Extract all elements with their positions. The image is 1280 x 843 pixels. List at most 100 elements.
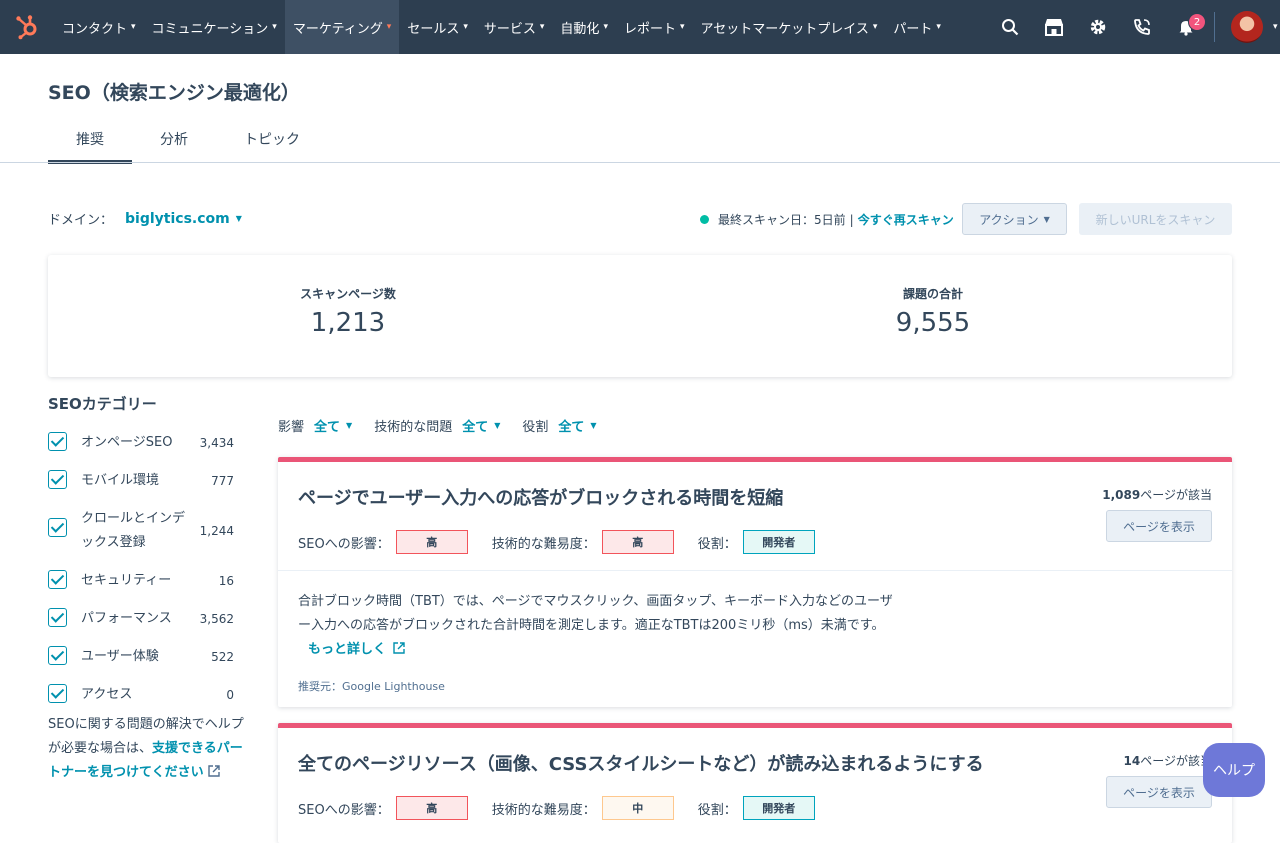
category-crawl-index[interactable]: クロールとインデックス登録 1,244 <box>48 507 234 555</box>
role-badge: 開発者 <box>742 796 815 820</box>
technical-issue-filter[interactable]: 技術的な問題 全て ▼ <box>374 416 500 435</box>
tag-label: 技術的な難易度： <box>491 536 596 552</box>
chevron-down-icon: ▾ <box>386 22 392 32</box>
checkbox[interactable] <box>48 684 67 703</box>
search-icon[interactable] <box>988 0 1032 54</box>
tab-analysis[interactable]: 分析 <box>132 116 216 162</box>
category-on-page-seo[interactable]: オンページSEO 3,434 <box>48 431 234 455</box>
seo-category-sidebar: SEOカテゴリー オンページSEO 3,434 モバイル環境 777 クロールと… <box>48 393 248 780</box>
filter-label: 役割 <box>522 420 549 435</box>
category-mobile[interactable]: モバイル環境 777 <box>48 469 234 493</box>
rescan-link[interactable]: 今すぐ再スキャン <box>858 211 954 228</box>
action-dropdown-button[interactable]: アクション ▼ <box>962 203 1067 235</box>
status-dot-icon <box>700 215 709 224</box>
hubspot-logo-icon[interactable] <box>0 0 54 54</box>
checkbox[interactable] <box>48 518 67 537</box>
checkbox[interactable] <box>48 646 67 665</box>
category-count: 0 <box>226 688 234 702</box>
filter-value[interactable]: 全て <box>314 416 340 435</box>
nav-item-marketing[interactable]: マーケティング ▾ <box>284 0 400 54</box>
difficulty-badge: 中 <box>601 796 674 820</box>
top-navigation: コンタクト ▾ コミュニケーション ▾ マーケティング ▾ セールス ▾ サービス ▾ 自… <box>0 0 1280 54</box>
filter-value[interactable]: 全て <box>558 416 584 435</box>
category-count: 3,434 <box>199 436 234 450</box>
seo-impact: SEOへの影響： 高 <box>298 796 468 820</box>
pages-count-suffix: ページが該当 <box>1140 754 1212 768</box>
category-count: 3,562 <box>199 612 234 626</box>
filter-label: 技術的な問題 <box>374 420 453 435</box>
checkbox[interactable] <box>48 470 67 489</box>
category-count: 1,244 <box>199 524 234 538</box>
caret-down-icon[interactable]: ▼ <box>236 214 242 223</box>
caret-down-icon: ▼ <box>1043 214 1050 224</box>
category-label: モバイル環境 <box>81 473 160 488</box>
chevron-down-icon: ▾ <box>272 22 277 32</box>
user-avatar[interactable] <box>1231 11 1263 43</box>
category-label: ユーザー体験 <box>81 649 159 664</box>
category-label: クロールとインデックス登録 <box>81 511 186 550</box>
stat-value: 1,213 <box>310 308 386 338</box>
category-performance[interactable]: パフォーマンス 3,562 <box>48 607 234 631</box>
affected-pages-count: 1,089ページが該当 <box>1102 486 1212 503</box>
domain-dropdown[interactable]: biglytics.com <box>125 211 230 227</box>
nav-item-contacts[interactable]: コンタクト ▾ <box>54 0 144 54</box>
category-accessibility[interactable]: アクセス 0 <box>48 683 234 707</box>
nav-item-partner[interactable]: パート ▾ <box>885 0 949 54</box>
chevron-down-icon: ▾ <box>539 22 545 32</box>
nav-item-sales[interactable]: セールス ▾ <box>399 0 476 54</box>
tag-label: 役割： <box>697 536 737 552</box>
nav-item-automation[interactable]: 自動化 ▾ <box>552 0 616 54</box>
calling-phone-icon[interactable] <box>1120 0 1164 54</box>
notifications-bell-icon[interactable]: 2 <box>1164 0 1208 54</box>
view-pages-button[interactable]: ページを表示 <box>1106 510 1212 542</box>
tab-topics[interactable]: トピック <box>216 116 328 162</box>
checkbox[interactable] <box>48 432 67 451</box>
filter-value[interactable]: 全て <box>462 416 488 435</box>
marketplace-store-icon[interactable] <box>1032 0 1076 54</box>
tag-label: SEOへの影響： <box>298 802 390 818</box>
view-pages-button[interactable]: ページを表示 <box>1106 776 1212 808</box>
role-badge: 開発者 <box>742 530 815 554</box>
pages-count-number: 1,089 <box>1102 488 1141 502</box>
partner-help-text: SEOに関する問題の解決でヘルプが必要な場合は、支援できるパートナーを見つけてく… <box>48 713 248 785</box>
help-button[interactable]: ヘルプ <box>1203 743 1265 797</box>
nav-item-asset-marketplace[interactable]: アセットマーケットプレイス ▾ <box>693 0 886 54</box>
pages-count-suffix: ページが該当 <box>1140 488 1212 502</box>
chevron-down-icon[interactable]: ▾ <box>1273 22 1278 32</box>
role-filter[interactable]: 役割 全て ▼ <box>522 416 596 435</box>
filter-label: 影響 <box>278 420 305 435</box>
nav-item-reports[interactable]: レポート ▾ <box>616 0 693 54</box>
chevron-down-icon: ▾ <box>872 22 878 32</box>
page-tabs: 推奨 分析 トピック <box>48 116 328 164</box>
tab-divider <box>0 162 1280 163</box>
recommendation-card: 全てのページリソース（画像、CSSスタイルシートなど）が読み込まれるようにする … <box>278 723 1232 843</box>
description-text: 合計ブロック時間（TBT）では、ページでマウスクリック、画面タップ、キーボード入… <box>298 594 893 633</box>
chevron-down-icon: ▾ <box>936 22 941 32</box>
tag-label: 技術的な難易度： <box>491 802 596 818</box>
last-scan-text: 最終スキャン日：5日前 <box>718 213 846 227</box>
nav-item-communications[interactable]: コミュニケーション ▾ <box>144 0 285 54</box>
external-link-icon[interactable] <box>208 765 220 777</box>
recommendation-title: 全てのページリソース（画像、CSSスタイルシートなど）が読み込まれるようにする <box>298 754 984 775</box>
category-count: 777 <box>211 474 234 488</box>
tag-label: 役割： <box>697 802 737 818</box>
impact-filter[interactable]: 影響 全て ▼ <box>278 416 352 435</box>
caret-down-icon: ▼ <box>590 421 597 430</box>
scan-new-url-button[interactable]: 新しいURLをスキャン <box>1079 203 1232 235</box>
external-link-icon[interactable] <box>393 642 405 654</box>
affected-pages-count: 14ページが該当 <box>1124 752 1212 769</box>
chevron-down-icon: ▾ <box>463 22 468 32</box>
tab-recommendations[interactable]: 推奨 <box>48 116 132 164</box>
checkbox[interactable] <box>48 608 67 627</box>
technical-difficulty: 技術的な難易度： 高 <box>492 530 674 554</box>
category-security[interactable]: セキュリティー 16 <box>48 569 234 593</box>
category-user-experience[interactable]: ユーザー体験 522 <box>48 645 234 669</box>
gear-icon[interactable] <box>1076 0 1120 54</box>
nav-item-service[interactable]: サービス ▾ <box>476 0 553 54</box>
recommendation-source: 推奨元：Google Lighthouse <box>298 680 445 693</box>
stat-value: 9,555 <box>895 308 971 338</box>
checkbox[interactable] <box>48 570 67 589</box>
category-label: アクセス <box>81 687 133 702</box>
category-count: 522 <box>211 650 234 664</box>
learn-more-link[interactable]: もっと詳しく <box>308 642 386 657</box>
